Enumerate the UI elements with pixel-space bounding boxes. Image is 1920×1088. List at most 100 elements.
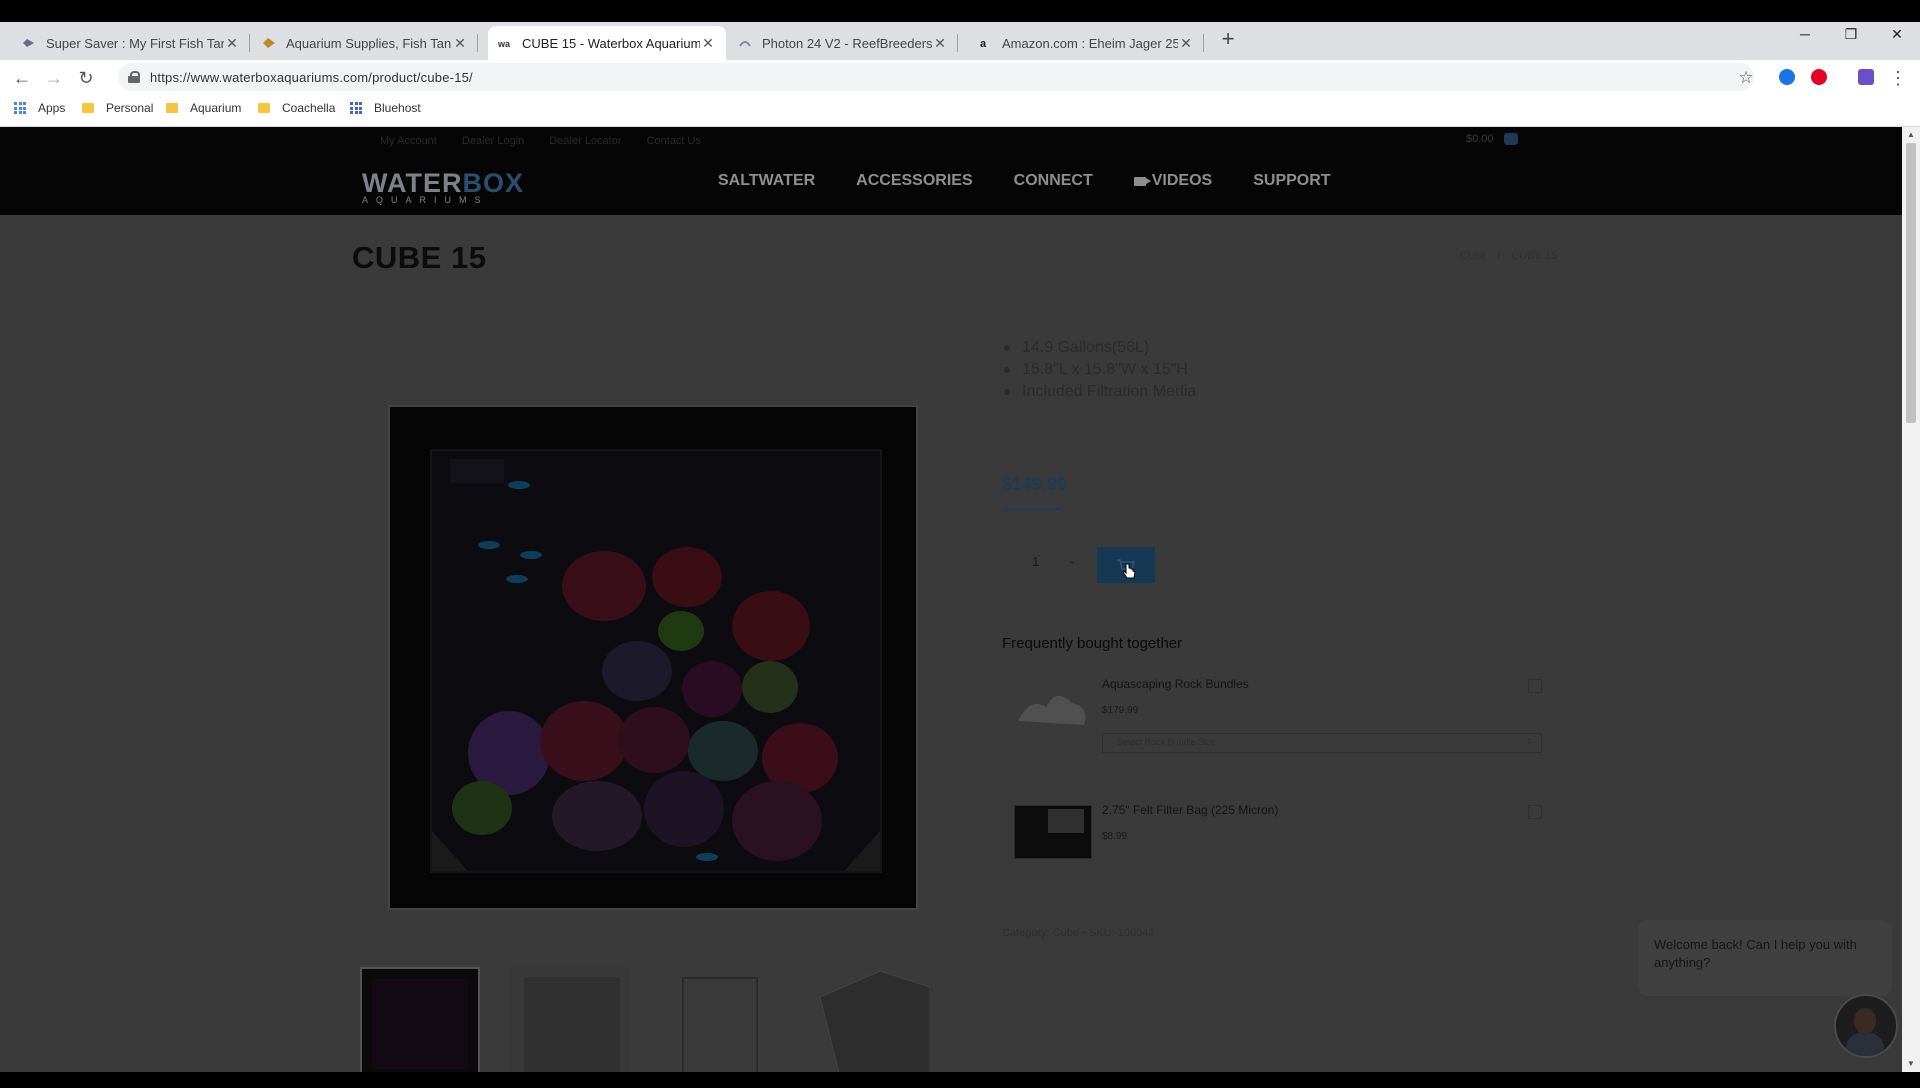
fbt-item-checkbox[interactable]	[1528, 679, 1542, 693]
bookmark-bluehost[interactable]: Bluehost	[350, 101, 421, 115]
folder-icon	[82, 103, 94, 113]
tab-amazon[interactable]: a Amazon.com : Eheim Jager 250W ✕	[968, 26, 1204, 60]
fish	[508, 481, 530, 489]
bookmark-star-icon[interactable]: ☆	[1734, 66, 1758, 90]
mini-cart[interactable]: $0.00	[1466, 133, 1518, 146]
fbt-item-name[interactable]: Aquascaping Rock Bundles	[1102, 677, 1249, 691]
svg-text:wa: wa	[498, 39, 511, 49]
bookmark-aquarium[interactable]: Aquarium	[166, 101, 241, 115]
fbt-item-price: $8.99	[1102, 831, 1128, 842]
contact-us-link[interactable]: Contact Us	[647, 135, 701, 147]
restore-button[interactable]: ❐	[1836, 26, 1866, 43]
waterbox-logo[interactable]: WATERBOX AQUARIUMS	[362, 168, 525, 206]
folder-icon	[258, 103, 270, 113]
reload-button[interactable]: ↻	[74, 66, 98, 90]
reefbreeders-icon	[738, 36, 752, 50]
nav-support[interactable]: SUPPORT	[1253, 172, 1330, 190]
bookmark-coachella[interactable]: Coachella	[258, 101, 335, 115]
nav-connect[interactable]: CONNECT	[1014, 172, 1093, 190]
tab-strip: Super Saver : My First Fish Tank ✕ Aquar…	[0, 22, 1920, 60]
thumbnail-4[interactable]	[810, 967, 931, 1072]
nav-videos[interactable]: VIDEOS	[1133, 172, 1212, 190]
page-scrollbar[interactable]: ▲ ▼	[1902, 127, 1920, 1072]
folder-icon	[166, 103, 178, 113]
coral	[562, 551, 646, 621]
tab-super-saver[interactable]: Super Saver : My First Fish Tank ✕	[12, 26, 250, 60]
price-underline	[1002, 508, 1060, 510]
fish	[478, 541, 500, 549]
coral	[732, 591, 810, 661]
address-bar[interactable]: https://www.waterboxaquariums.com/produc…	[118, 63, 1754, 91]
breadcrumb-cube[interactable]: Cube	[1460, 250, 1486, 262]
site-header: My Account Dealer Login Dealer Locator C…	[0, 127, 1902, 215]
rock-image	[1018, 695, 1086, 725]
chat-welcome-bubble[interactable]: Welcome back! Can I help you with anythi…	[1638, 920, 1892, 996]
svg-text:a: a	[980, 38, 987, 50]
select-arrows-icon: ⇕	[1526, 737, 1533, 746]
product-price: $149.99	[1002, 474, 1068, 494]
thumbnail-tank-perspective	[819, 970, 931, 1072]
tab-title: CUBE 15 - Waterbox Aquariums	[522, 35, 700, 51]
forward-button[interactable]: →	[42, 66, 66, 90]
thumbnail-2[interactable]	[510, 967, 630, 1072]
bookmark-apps[interactable]: Apps	[14, 101, 65, 115]
tab-aquarium-supplies[interactable]: Aquarium Supplies, Fish Tanks and ✕	[252, 26, 478, 60]
dealer-login-link[interactable]: Dealer Login	[462, 135, 524, 147]
url-text: https://www.waterboxaquariums.com/produc…	[150, 69, 473, 85]
coral	[652, 547, 722, 607]
thumbnail-3[interactable]	[660, 967, 780, 1072]
thumbnail-tank-front	[524, 977, 620, 1072]
utility-links: My Account Dealer Login Dealer Locator C…	[380, 135, 723, 147]
scrollbar-thumb[interactable]	[1906, 143, 1916, 423]
extension-icon[interactable]	[1779, 69, 1795, 85]
rock-bundle-image[interactable]	[1012, 677, 1092, 733]
waterbox-logo-icon: wa	[498, 36, 512, 50]
new-tab-button[interactable]: +	[1216, 27, 1240, 51]
quantity-decrement[interactable]: -	[1070, 554, 1074, 569]
close-tab-icon[interactable]: ✕	[224, 35, 240, 52]
tank-corner	[432, 831, 468, 871]
coral	[644, 771, 724, 847]
coral	[688, 721, 758, 781]
close-window-button[interactable]: ✕	[1882, 26, 1912, 43]
thumbnail-tank-side	[682, 977, 758, 1072]
tab-separator	[477, 34, 478, 52]
os-top-bar	[0, 0, 1920, 22]
tab-cube-15[interactable]: wa CUBE 15 - Waterbox Aquariums ✕	[488, 26, 726, 60]
back-button[interactable]: ←	[10, 66, 34, 90]
tab-title: Amazon.com : Eheim Jager 250W	[1002, 35, 1178, 51]
bluehost-grid-icon	[350, 102, 362, 114]
nav-saltwater[interactable]: SALTWATER	[718, 172, 815, 190]
extension-puzzle-icon[interactable]	[1858, 69, 1874, 85]
product-main-image[interactable]	[388, 405, 918, 910]
close-tab-icon[interactable]: ✕	[700, 35, 716, 52]
chat-avatar[interactable]	[1834, 994, 1898, 1058]
rock-bundle-size-select[interactable]: Select Rock Bundle Size ⇕	[1102, 733, 1542, 753]
filter-bag-image[interactable]	[1012, 803, 1092, 859]
coral	[742, 661, 798, 713]
bookmarks-bar: Apps Personal Aquarium Coachella Bluehos…	[0, 94, 1920, 127]
close-tab-icon[interactable]: ✕	[452, 35, 468, 52]
pinterest-icon[interactable]	[1811, 69, 1827, 85]
fbt-item-checkbox[interactable]	[1528, 805, 1542, 819]
scroll-down-icon[interactable]: ▼	[1906, 1060, 1916, 1068]
coral	[682, 661, 742, 717]
minimize-button[interactable]: ─	[1790, 26, 1820, 42]
bookmark-personal[interactable]: Personal	[82, 101, 153, 115]
logo-word-box: BOX	[462, 168, 525, 198]
product-features: 14.9 Gallons(56L) 15.8"L x 15.8"W x 15"H…	[1002, 337, 1196, 403]
video-camera-icon	[1133, 176, 1151, 186]
close-tab-icon[interactable]: ✕	[1178, 35, 1194, 52]
fbt-item-name[interactable]: 2.75" Felt Filter Bag (225 Micron)	[1102, 803, 1278, 817]
scroll-up-icon[interactable]: ▲	[1906, 131, 1916, 139]
close-tab-icon[interactable]: ✕	[932, 35, 948, 52]
browser-menu-icon[interactable]: ⋮	[1886, 66, 1910, 90]
feature-capacity: 14.9 Gallons(56L)	[1002, 337, 1196, 359]
my-account-link[interactable]: My Account	[380, 135, 437, 147]
nav-accessories[interactable]: ACCESSORIES	[856, 172, 972, 190]
thumbnail-1[interactable]	[360, 967, 480, 1072]
dealer-locator-link[interactable]: Dealer Locator	[549, 135, 621, 147]
quantity-field[interactable]: 1	[1032, 554, 1039, 569]
tab-photon-24[interactable]: Photon 24 V2 - ReefBreeders ✕	[728, 26, 958, 60]
cart-total: $0.00	[1466, 133, 1494, 145]
